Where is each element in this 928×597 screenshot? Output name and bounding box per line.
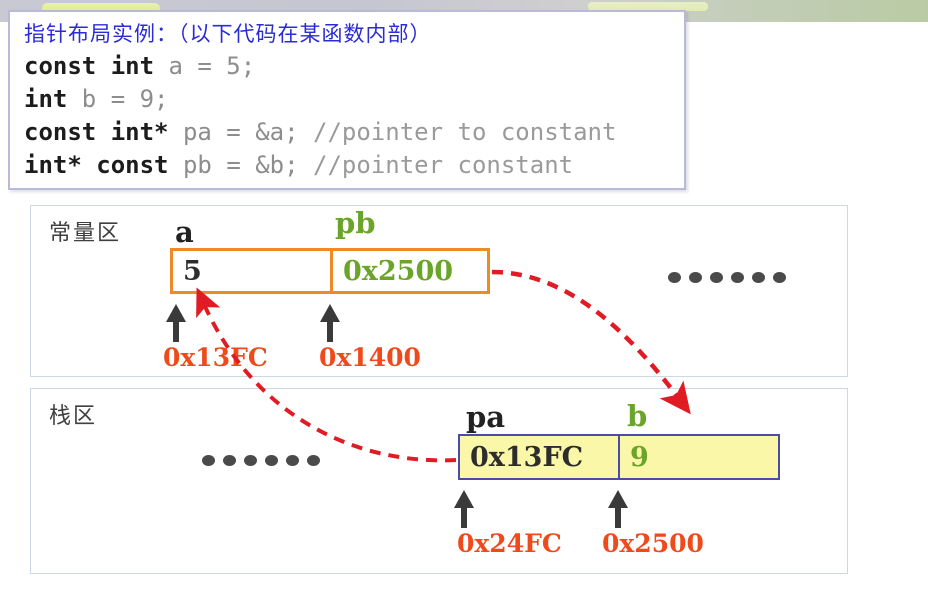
memory-cell-pa: 0x13FC: [460, 436, 620, 478]
code-line-4: int* const pb = &b; //pointer constant: [24, 149, 684, 182]
panel-stack-area: 栈区: [30, 388, 848, 574]
code-card: 指针布局实例：（以下代码在某函数内部） const int a = 5; int…: [8, 10, 686, 190]
ellipsis-dots-constant-area: [668, 272, 786, 283]
code-keyword: const int: [24, 52, 155, 80]
dot: [773, 272, 786, 283]
dot: [286, 455, 299, 466]
dot: [731, 272, 744, 283]
variable-label-pa: pa: [466, 400, 506, 434]
code-plain: b = 9;: [67, 85, 169, 113]
panel-constant-area-title: 常量区: [49, 221, 122, 246]
memory-cell-b: 9: [630, 441, 649, 473]
code-star: *: [154, 118, 169, 146]
dot: [668, 272, 681, 283]
code-line-1: const int a = 5;: [24, 50, 684, 83]
code-keyword: int: [24, 151, 68, 179]
address-label-pa: 0x24FC: [457, 529, 562, 558]
code-keyword: const int: [24, 118, 155, 146]
variable-label-b: b: [627, 399, 648, 433]
variable-label-a: a: [175, 215, 194, 249]
dot: [752, 272, 765, 283]
code-line-3: const int* pa = &a; //pointer to constan…: [24, 116, 684, 149]
memory-row-stack-area: 0x13FC 9: [458, 434, 780, 480]
dot: [689, 272, 702, 283]
code-plain: a = 5;: [154, 52, 256, 80]
memory-row-constant-area: 5 0x2500: [170, 248, 490, 294]
code-plain: pb = &b;: [168, 151, 314, 179]
ellipsis-dots-stack-area: [202, 455, 320, 466]
code-keyword: int: [24, 85, 68, 113]
code-comment: //pointer constant: [313, 151, 574, 179]
address-label-a: 0x13FC: [163, 343, 268, 372]
code-comment: //pointer to constant: [313, 118, 617, 146]
address-label-b: 0x2500: [602, 529, 704, 558]
code-card-title: 指针布局实例：（以下代码在某函数内部）: [24, 22, 432, 46]
code-line-2: int b = 9;: [24, 83, 684, 116]
panel-stack-area-title: 栈区: [49, 404, 98, 429]
dot: [710, 272, 723, 283]
dot: [202, 455, 215, 466]
dot: [244, 455, 257, 466]
code-star: *: [67, 151, 82, 179]
address-label-pb: 0x1400: [319, 343, 421, 372]
memory-cell-a: 5: [173, 251, 333, 291]
dot: [307, 455, 320, 466]
dot: [265, 455, 278, 466]
variable-label-pb: pb: [335, 206, 376, 240]
code-plain: pa = &a;: [168, 118, 313, 146]
memory-cell-pb: 0x2500: [343, 255, 454, 287]
dot: [223, 455, 236, 466]
code-keyword-2: const: [81, 151, 169, 179]
